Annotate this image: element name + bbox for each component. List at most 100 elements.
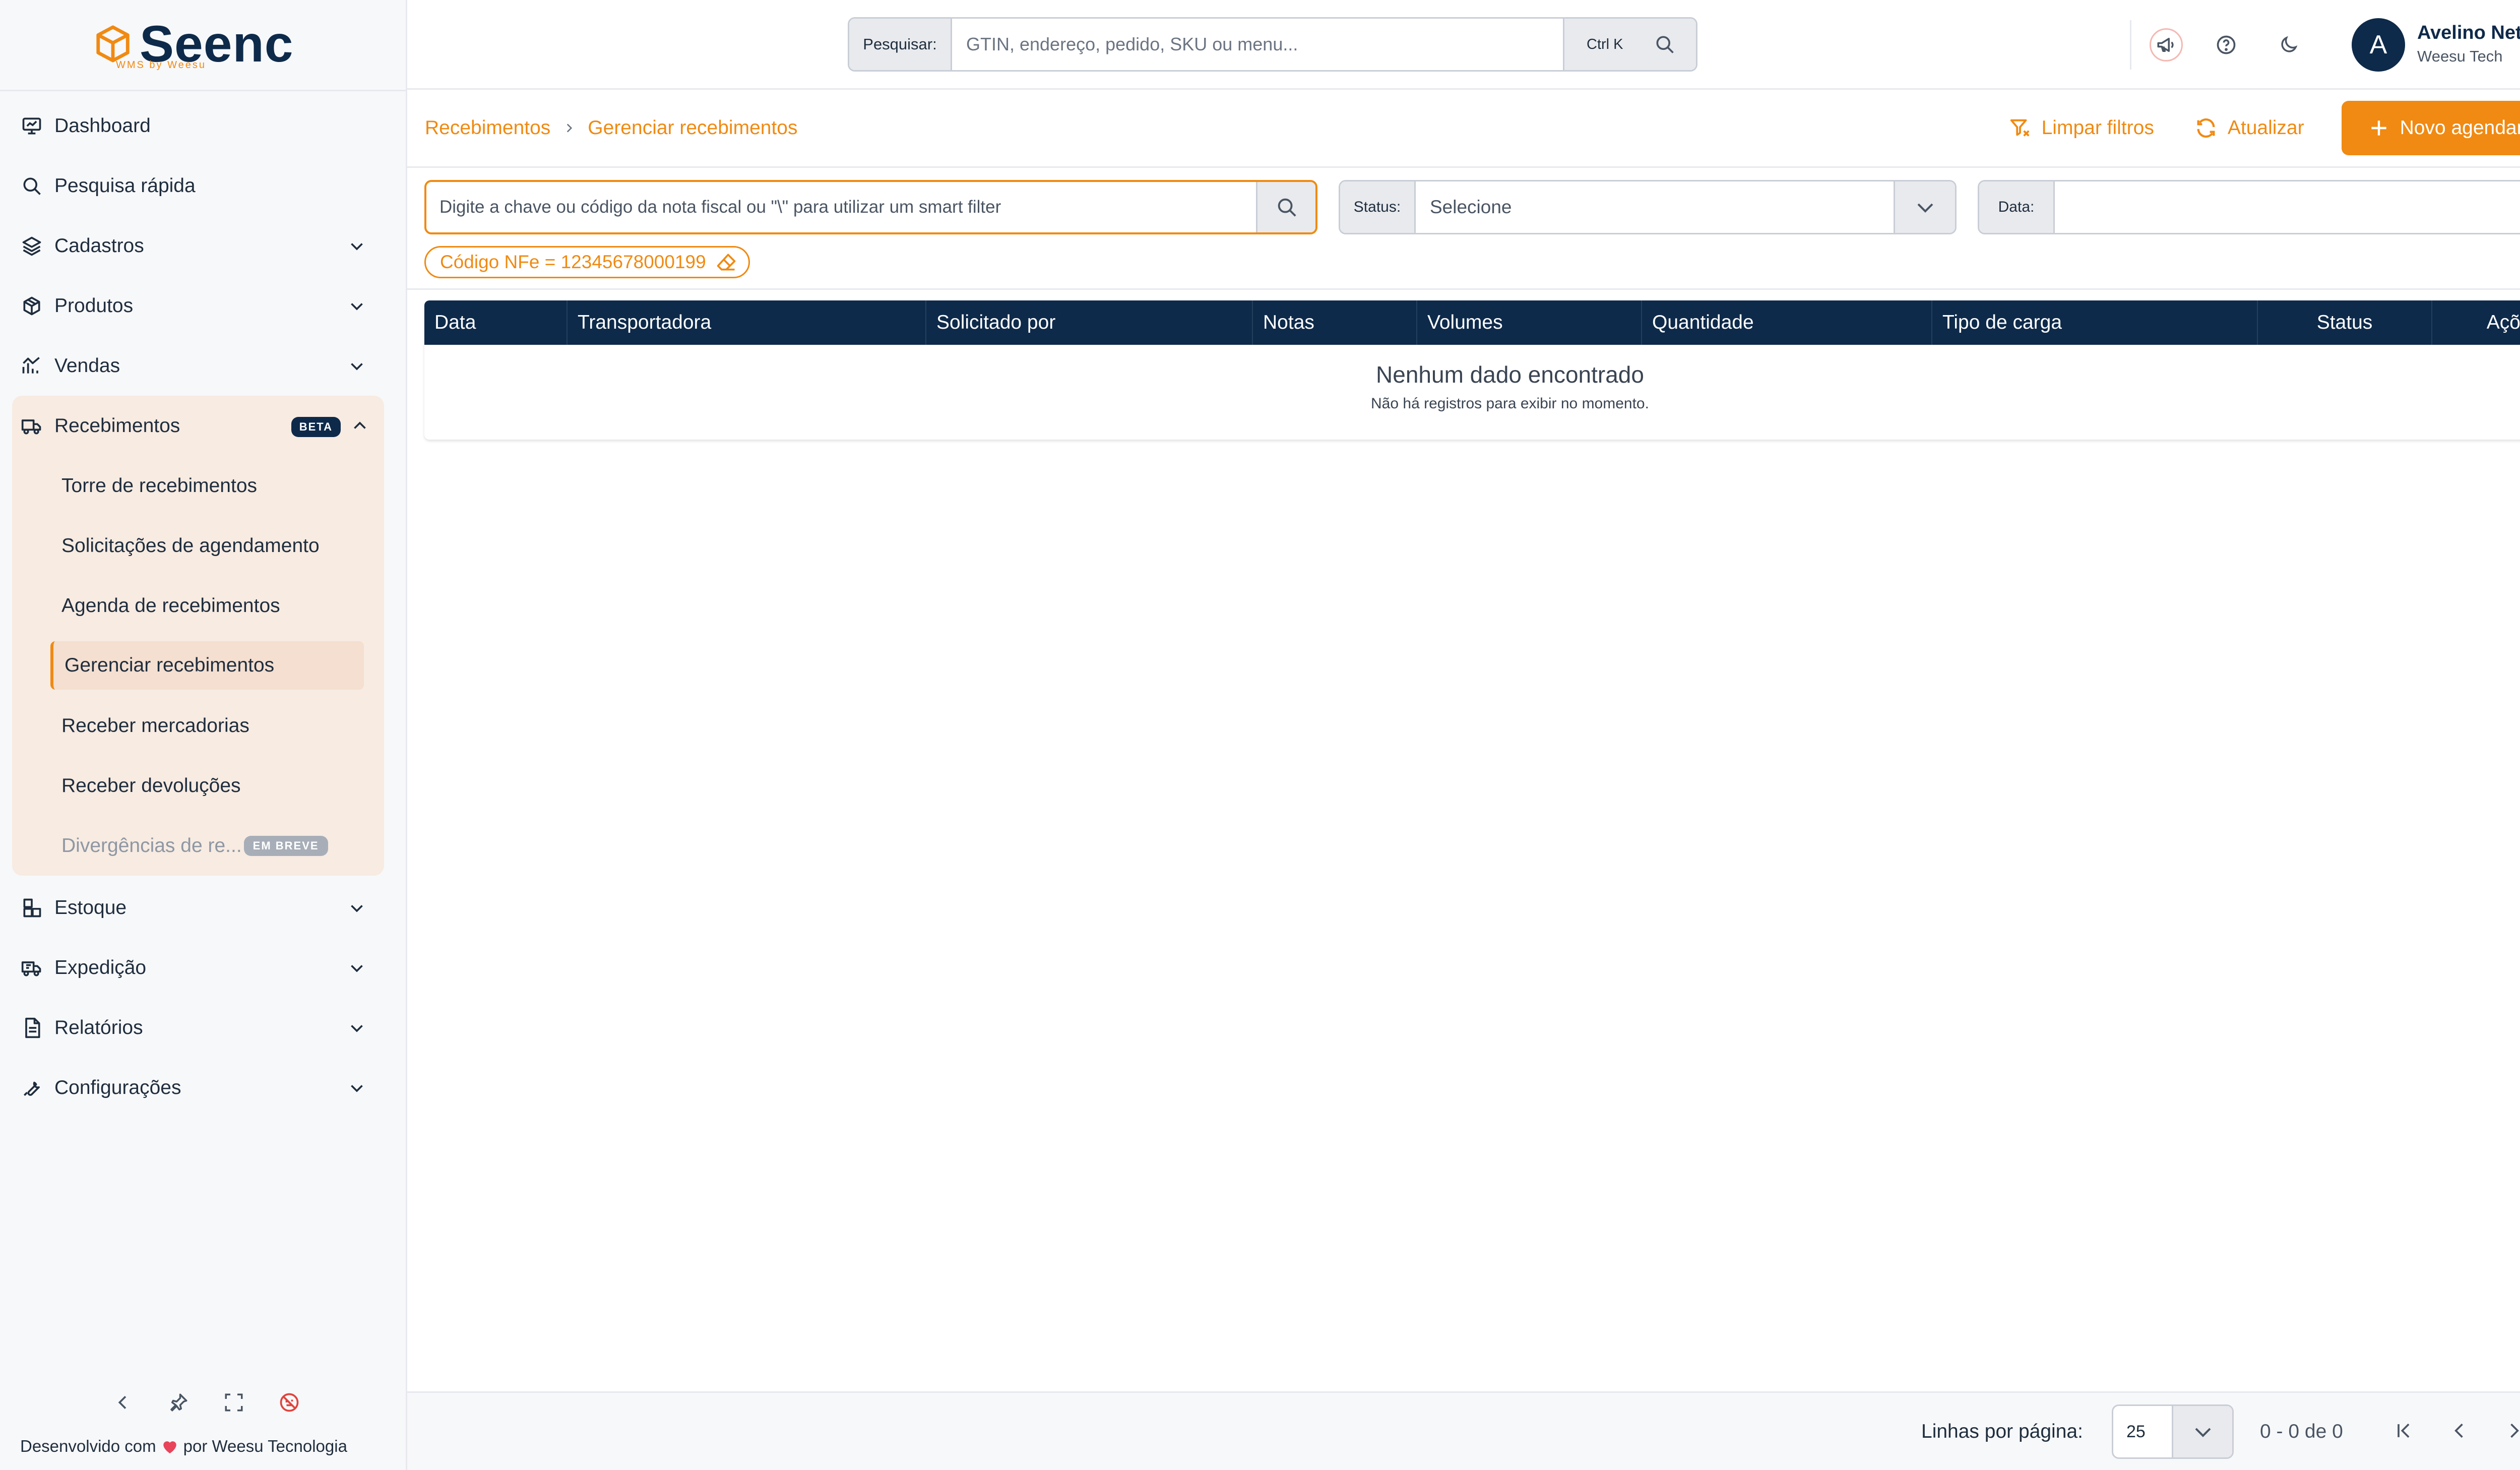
sidebar-subitem-torre[interactable]: Torre de recebimentos: [12, 456, 384, 516]
rows-per-page-value[interactable]: 25: [2113, 1406, 2172, 1457]
sidebar-item-label: Pesquisa rápida: [54, 174, 196, 197]
breadcrumb: Recebimentos Gerenciar recebimentos: [425, 117, 797, 139]
pin-icon[interactable]: [166, 1390, 191, 1415]
column-header-solicitado-por[interactable]: Solicitado por: [926, 300, 1253, 345]
active-filter-text: Código NFe = 12345678000199: [440, 252, 706, 272]
stock-icon: [20, 896, 43, 920]
sidebar-item-cadastros[interactable]: Cadastros: [0, 216, 407, 276]
sidebar-item-dashboard[interactable]: Dashboard: [0, 96, 407, 156]
logo-cube-icon: [96, 25, 130, 63]
coming-soon-badge: EM BREVE: [243, 835, 328, 856]
chevron-down-icon[interactable]: [348, 237, 366, 255]
announcements-button[interactable]: [2150, 28, 2183, 62]
column-header-transportadora[interactable]: Transportadora: [568, 300, 926, 345]
column-header-volumes[interactable]: Volumes: [1417, 300, 1642, 345]
sidebar-subitem-label: Divergências de re...: [61, 834, 242, 856]
active-filter-chip[interactable]: Código NFe = 12345678000199: [424, 246, 750, 278]
sidebar-item-label: Vendas: [54, 354, 120, 377]
new-schedule-label: Novo agendamento: [2400, 117, 2520, 139]
sidebar-item-relatorios[interactable]: Relatórios: [0, 998, 407, 1058]
chevron-left-icon: [2454, 1423, 2463, 1438]
date-value[interactable]: [2055, 181, 2520, 233]
global-search[interactable]: Pesquisar: GTIN, endereço, pedido, SKU o…: [848, 17, 1697, 72]
date-picker[interactable]: Data:: [1978, 180, 2520, 234]
chevron-down-icon[interactable]: [348, 297, 366, 315]
sidebar-item-label: Cadastros: [54, 234, 144, 257]
smart-filter[interactable]: Digite a chave ou código da nota fiscal …: [424, 180, 1317, 234]
search-input[interactable]: GTIN, endereço, pedido, SKU ou menu...: [952, 19, 1563, 70]
sidebar-subitem-label: Receber devoluções: [61, 774, 241, 797]
sidebar-item-vendas[interactable]: Vendas: [0, 336, 407, 396]
topbar: Pesquisar: GTIN, endereço, pedido, SKU o…: [407, 0, 2520, 90]
sidebar-item-label: Recebimentos: [54, 414, 180, 437]
new-schedule-button[interactable]: Novo agendamento: [2341, 101, 2520, 155]
status-select[interactable]: Status: Selecione: [1339, 180, 1957, 234]
sidebar-item-configuracoes[interactable]: Configurações: [0, 1058, 407, 1118]
column-header-data[interactable]: Data: [424, 300, 568, 345]
search-icon: [1278, 198, 1296, 217]
notifications-off-icon[interactable]: [277, 1390, 301, 1415]
sidebar-item-produtos[interactable]: Produtos: [0, 276, 407, 336]
chevron-down-icon[interactable]: [348, 1079, 366, 1097]
date-label: Data:: [1979, 181, 2055, 233]
chevron-down-icon[interactable]: [348, 357, 366, 375]
theme-toggle-button[interactable]: [2272, 28, 2305, 62]
smart-filter-input[interactable]: Digite a chave ou código da nota fiscal …: [426, 182, 1256, 232]
chevron-down-icon[interactable]: [348, 899, 366, 917]
fullscreen-icon[interactable]: [222, 1390, 246, 1415]
search-shortcut[interactable]: Ctrl K: [1563, 19, 1696, 70]
eraser-icon[interactable]: [715, 251, 737, 273]
sidebar-subitem-receber-mercadorias[interactable]: Receber mercadorias: [12, 696, 384, 756]
previous-page-button[interactable]: [2446, 1418, 2473, 1444]
column-header-quantidade[interactable]: Quantidade: [1642, 300, 1932, 345]
sidebar-item-recebimentos[interactable]: Recebimentos BETA: [12, 396, 384, 456]
next-page-button[interactable]: [2501, 1418, 2520, 1444]
help-button[interactable]: [2210, 28, 2243, 62]
layers-icon: [20, 234, 43, 258]
rows-per-page-select[interactable]: 25: [2112, 1404, 2234, 1459]
refresh-button[interactable]: Atualizar: [2174, 101, 2324, 155]
collapse-sidebar-icon[interactable]: [111, 1390, 135, 1415]
sidebar-item-label: Estoque: [54, 896, 127, 918]
breadcrumb-root[interactable]: Recebimentos: [425, 117, 550, 139]
refresh-label: Atualizar: [2227, 117, 2304, 139]
column-header-notas[interactable]: Notas: [1253, 300, 1417, 345]
status-value[interactable]: Selecione: [1416, 181, 1894, 233]
shortcut-hint: Ctrl K: [1587, 36, 1623, 52]
column-header-status[interactable]: Status: [2258, 300, 2432, 345]
sidebar-item-estoque[interactable]: Estoque: [0, 878, 407, 938]
sidebar-item-quick-search[interactable]: Pesquisa rápida: [0, 156, 407, 216]
status-label: Status:: [1340, 181, 1416, 233]
sidebar-item-label: Dashboard: [54, 114, 151, 137]
first-page-button[interactable]: [2391, 1418, 2417, 1444]
user-name: Avelino Neto: [2417, 22, 2520, 43]
sidebar-item-expedicao[interactable]: Expedição: [0, 938, 407, 998]
chevron-up-icon[interactable]: [351, 417, 369, 435]
column-header-tipo-de-carga[interactable]: Tipo de carga: [1932, 300, 2258, 345]
chevron-down-icon[interactable]: [348, 959, 366, 977]
sidebar-item-label: Relatórios: [54, 1016, 143, 1038]
page-actions: Limpar filtros Atualizar Novo agendament…: [1988, 101, 2520, 155]
chevron-down-icon[interactable]: [348, 1019, 366, 1037]
sidebar-subitem-agenda[interactable]: Agenda de recebimentos: [12, 576, 384, 636]
rows-per-page-label: Linhas por página:: [1921, 1421, 2083, 1442]
brand-tagline: WMS by Weesu: [116, 59, 206, 71]
rows-per-page-dropdown[interactable]: [2172, 1406, 2232, 1457]
footer-text-after: por Weesu Tecnologia: [183, 1437, 347, 1455]
smart-filter-search-button[interactable]: [1256, 182, 1315, 232]
status-dropdown-button[interactable]: [1894, 181, 1955, 233]
chevron-down-icon: [1917, 203, 1933, 213]
header-divider: [407, 166, 2520, 168]
avatar[interactable]: A: [2352, 18, 2405, 72]
sidebar-subitem-receber-devolucoes[interactable]: Receber devoluções: [12, 756, 384, 816]
sidebar-subitem-solicitacoes[interactable]: Solicitações de agendamento: [12, 516, 384, 576]
empty-state-subtitle: Não há registros para exibir no momento.: [1371, 395, 1649, 412]
table-header: Data Transportadora Solicitado por Notas…: [424, 300, 2520, 345]
sidebar-nav: Dashboard Pesquisa rápida Cadastros Prod…: [0, 96, 407, 1118]
refresh-icon: [2197, 118, 2215, 138]
user-org: Weesu Tech: [2417, 47, 2503, 65]
sidebar-subitem-label: Agenda de recebimentos: [61, 594, 280, 617]
clear-filters-button[interactable]: Limpar filtros: [1988, 101, 2174, 155]
help-icon: [2217, 35, 2236, 54]
sidebar-subitem-gerenciar[interactable]: Gerenciar recebimentos: [50, 641, 364, 690]
